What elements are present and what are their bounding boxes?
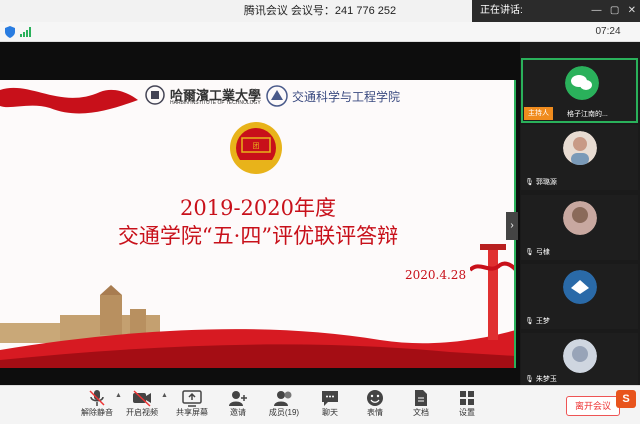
slide-date: 2020.4.28 (405, 268, 467, 282)
close-icon[interactable]: ✕ (628, 5, 636, 16)
slide-title-year: 2019-2020年度 (180, 196, 336, 220)
ribbon-decoration (0, 87, 138, 114)
chat-label: 聊天 (322, 408, 338, 417)
wave-decoration (0, 329, 514, 368)
mic-muted-icon: 🎙 (525, 318, 534, 325)
invite-button[interactable]: 邀请 (213, 387, 263, 423)
settings-icon (460, 391, 474, 405)
shared-slide: 哈爾濱工業大學 HARBIN INSTITUTE OF TECHNOLOGY 交… (0, 80, 516, 368)
slide-title-event: 交通学院“五·四”评优联评答辩 (117, 224, 399, 248)
participant-label: 🎙 王梦 (525, 316, 550, 327)
bird-avatar-icon (563, 270, 597, 304)
participant-name: 朱梦玉 (535, 376, 557, 383)
mic-muted-icon (89, 390, 105, 406)
info-bar (0, 22, 640, 42)
photo-avatar-icon (563, 201, 597, 235)
chat-button[interactable]: 聊天 (305, 387, 355, 423)
leave-meeting-button[interactable]: 离开会议 (566, 396, 620, 416)
svg-text:团: 团 (253, 142, 260, 150)
participant-name: 王梦 (535, 318, 550, 325)
share-screen-label: 共享屏幕 (176, 408, 208, 417)
invite-icon (229, 391, 247, 406)
emoji-label: 表情 (367, 408, 383, 417)
participant-label: 🎙 朱梦玉 (525, 374, 557, 385)
participant-name: 弓棣 (535, 249, 550, 256)
participant-name: 郭璐源 (535, 179, 557, 186)
youth-league-emblem-icon: 团 (230, 122, 282, 174)
settings-label: 设置 (459, 408, 475, 417)
participant-tile-host[interactable]: 主持人 格子江南的... (521, 58, 638, 123)
participant-tile[interactable]: 🎙 郭璐源 (521, 125, 638, 190)
person-avatar-icon (563, 131, 597, 165)
emoji-icon (367, 390, 383, 406)
share-screen-button[interactable]: 共享屏幕 (167, 387, 217, 423)
sogou-ime-icon[interactable]: S (616, 390, 636, 408)
participant-tile[interactable]: 🎙 朱梦玉 (521, 333, 638, 385)
window-controls[interactable]: — ▢ ✕ (591, 0, 636, 22)
signal-icon[interactable] (20, 27, 32, 37)
photo-avatar-icon (563, 339, 597, 373)
start-video-button[interactable]: 开启视频 (117, 387, 167, 423)
minimize-icon[interactable]: — (591, 5, 601, 16)
members-icon (274, 391, 292, 406)
invite-label: 邀请 (230, 408, 246, 417)
mic-muted-icon: 🎙 (525, 376, 534, 383)
maximize-icon[interactable]: ▢ (610, 5, 619, 16)
wechat-avatar-icon (565, 66, 599, 100)
meeting-timer: 07:24 (595, 26, 621, 37)
document-icon (415, 390, 427, 406)
chat-icon (322, 391, 338, 406)
document-button[interactable]: 文档 (396, 387, 446, 423)
participant-tile[interactable]: 🎙 弓棣 (521, 195, 638, 260)
hit-name-en: HARBIN INSTITUTE OF TECHNOLOGY (170, 100, 261, 106)
shield-icon[interactable] (5, 26, 15, 38)
pillar-decoration (470, 244, 514, 340)
start-video-label: 开启视频 (126, 408, 158, 417)
members-label: 成员(19) (268, 408, 300, 417)
unmute-label: 解除静音 (81, 408, 113, 417)
speaking-label: 正在讲话: (480, 5, 523, 16)
share-screen-icon (182, 390, 202, 407)
participant-name: 格子江南的... (567, 111, 608, 118)
participant-tile[interactable]: 🎙 王梦 (521, 264, 638, 329)
host-badge: 主持人 (524, 107, 553, 120)
camera-off-icon (133, 390, 151, 407)
members-button[interactable]: 成员(19) (259, 387, 309, 423)
emoji-button[interactable]: 表情 (350, 387, 400, 423)
participant-label: 🎙 弓棣 (525, 247, 550, 258)
settings-button[interactable]: 设置 (442, 387, 492, 423)
mic-muted-icon: 🎙 (525, 179, 534, 186)
participant-label: 🎙 郭璐源 (525, 177, 557, 188)
document-label: 文档 (413, 408, 429, 417)
hit-logo (145, 85, 165, 107)
mic-muted-icon: 🎙 (525, 249, 534, 256)
college-emblem-icon (266, 85, 288, 107)
hit-emblem-icon (145, 85, 165, 105)
college-name: 交通科学与工程学院 (292, 90, 401, 104)
next-page-button[interactable]: › (506, 212, 518, 240)
